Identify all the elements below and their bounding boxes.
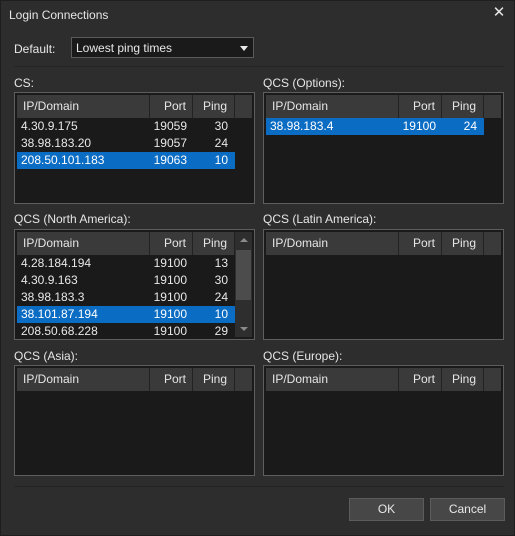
login-connections-dialog: Login Connections ✕ Default: Lowest ping…	[0, 0, 515, 536]
separator-top	[14, 66, 504, 67]
column-header-port[interactable]: Port	[150, 232, 193, 255]
cell-ping: 29	[214, 324, 228, 338]
qcs-europe-label: QCS (Europe):	[263, 349, 343, 363]
cell-ping: 13	[214, 256, 228, 270]
qcs-options-label: QCS (Options):	[263, 76, 346, 90]
cell-ping: 24	[214, 136, 228, 150]
column-header-ping[interactable]: Ping	[442, 232, 484, 255]
scroll-down-arrow-icon[interactable]	[235, 320, 252, 337]
cell-ip: 4.30.9.175	[21, 119, 78, 133]
table-row[interactable]: 38.98.183.20 19057 24	[17, 135, 235, 152]
qcs-options-list[interactable]: IP/Domain Port Ping 38.98.183.4 19100 24	[263, 92, 504, 204]
cancel-button[interactable]: Cancel	[430, 498, 505, 521]
table-row[interactable]: 38.98.183.3 19100 24	[17, 289, 235, 306]
column-header-filler	[484, 232, 501, 255]
column-header-filler	[484, 95, 501, 118]
cell-ip: 38.98.183.20	[21, 136, 92, 150]
list-header: IP/Domain Port Ping	[17, 368, 252, 391]
list-header: IP/Domain Port Ping	[266, 232, 501, 255]
cs-label: CS:	[14, 76, 35, 90]
table-row[interactable]: 4.28.184.194 19100 13	[17, 255, 235, 272]
cell-port: 19063	[153, 153, 187, 167]
qcs-north-america-list[interactable]: IP/Domain Port Ping 4.28.184.194 19100 13 4.30…	[14, 229, 255, 340]
column-header-filler	[235, 95, 252, 118]
list-header: IP/Domain Port Ping	[17, 232, 235, 255]
table-row[interactable]: 208.50.101.183 19063 10	[17, 152, 235, 169]
default-select-value: Lowest ping times	[76, 41, 173, 55]
column-header-ip[interactable]: IP/Domain	[266, 232, 399, 255]
cell-ip: 208.50.68.228	[21, 324, 98, 338]
separator-bottom	[14, 486, 504, 487]
qcs-latin-america-list[interactable]: IP/Domain Port Ping	[263, 229, 504, 340]
cell-ip: 38.98.183.4	[270, 119, 334, 133]
qcs-latin-america-label: QCS (Latin America):	[263, 212, 377, 226]
cell-port: 19100	[402, 119, 436, 133]
column-header-ping[interactable]: Ping	[193, 368, 235, 391]
column-header-port[interactable]: Port	[150, 368, 193, 391]
column-header-ip[interactable]: IP/Domain	[266, 95, 399, 118]
qcs-asia-label: QCS (Asia):	[14, 349, 79, 363]
cell-ping: 30	[214, 273, 228, 287]
list-header: IP/Domain Port Ping	[17, 95, 252, 118]
column-header-ip[interactable]: IP/Domain	[17, 232, 150, 255]
cell-port: 19100	[153, 307, 187, 321]
table-row[interactable]: 208.50.68.228 19100 29	[17, 323, 235, 339]
chevron-down-icon	[240, 46, 248, 51]
column-header-ping[interactable]: Ping	[193, 95, 235, 118]
list-rows: 4.28.184.194 19100 13 4.30.9.163 19100 30 38.9…	[17, 255, 235, 339]
cell-ping: 10	[214, 153, 228, 167]
column-header-port[interactable]: Port	[150, 95, 193, 118]
column-header-port[interactable]: Port	[399, 368, 442, 391]
cell-ip: 38.101.87.194	[21, 307, 98, 321]
list-header: IP/Domain Port Ping	[266, 368, 501, 391]
list-header: IP/Domain Port Ping	[266, 95, 501, 118]
column-header-filler	[235, 368, 252, 391]
vertical-scrollbar[interactable]	[235, 232, 252, 337]
cell-ping: 24	[214, 290, 228, 304]
column-header-ip[interactable]: IP/Domain	[17, 95, 150, 118]
scroll-up-arrow-icon[interactable]	[235, 232, 252, 249]
column-header-ip[interactable]: IP/Domain	[266, 368, 399, 391]
close-icon[interactable]: ✕	[490, 4, 508, 22]
column-header-ping[interactable]: Ping	[193, 232, 235, 255]
table-row[interactable]: 4.30.9.175 19059 30	[17, 118, 235, 135]
column-header-port[interactable]: Port	[399, 232, 442, 255]
table-row[interactable]: 38.101.87.194 19100 10	[17, 306, 235, 323]
cell-ip: 38.98.183.3	[21, 290, 85, 304]
cell-ping: 10	[214, 307, 228, 321]
list-rows: 38.98.183.4 19100 24	[266, 118, 484, 135]
table-row[interactable]: 38.98.183.4 19100 24	[266, 118, 484, 135]
column-header-filler	[484, 368, 501, 391]
cell-ping: 24	[463, 119, 477, 133]
default-label: Default:	[14, 42, 56, 56]
table-row[interactable]: 4.30.9.163 19100 30	[17, 272, 235, 289]
qcs-asia-list[interactable]: IP/Domain Port Ping	[14, 365, 255, 476]
cell-ip: 4.30.9.163	[21, 273, 78, 287]
column-header-port[interactable]: Port	[399, 95, 442, 118]
cell-port: 19100	[153, 273, 187, 287]
cell-port: 19100	[153, 324, 187, 338]
column-header-ip[interactable]: IP/Domain	[17, 368, 150, 391]
cell-ip: 4.28.184.194	[21, 256, 92, 270]
cell-port: 19100	[153, 256, 187, 270]
qcs-europe-list[interactable]: IP/Domain Port Ping	[263, 365, 504, 476]
cell-ip: 208.50.101.183	[21, 153, 105, 167]
list-rows: 4.30.9.175 19059 30 38.98.183.20 19057 24 208.…	[17, 118, 235, 169]
window-title: Login Connections	[9, 8, 109, 22]
column-header-ping[interactable]: Ping	[442, 368, 484, 391]
cell-port: 19057	[153, 136, 187, 150]
default-select[interactable]: Lowest ping times	[71, 37, 254, 58]
cell-port: 19059	[153, 119, 187, 133]
qcs-north-america-label: QCS (North America):	[14, 212, 131, 226]
cell-ping: 30	[214, 119, 228, 133]
column-header-ping[interactable]: Ping	[442, 95, 484, 118]
cell-port: 19100	[153, 290, 187, 304]
ok-button[interactable]: OK	[349, 498, 424, 521]
cs-list[interactable]: IP/Domain Port Ping 4.30.9.175 19059 30 38.98.…	[14, 92, 255, 204]
scrollbar-thumb[interactable]	[236, 250, 251, 300]
